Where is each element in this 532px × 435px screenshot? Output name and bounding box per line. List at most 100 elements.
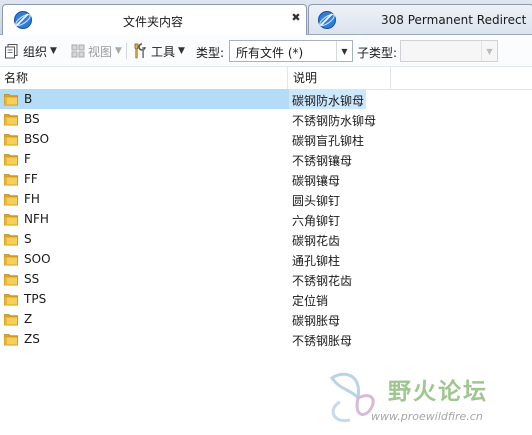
folder-icon xyxy=(4,214,18,226)
folder-icon xyxy=(4,294,18,306)
list-header: 名称 说明 xyxy=(0,67,532,90)
folder-name: ZS xyxy=(24,332,40,346)
name-cell: F xyxy=(0,149,289,169)
column-header-name[interactable]: 名称 xyxy=(0,67,288,89)
list-item[interactable]: BS 不锈钢防水铆母 xyxy=(0,109,532,129)
chevron-down-icon: ▼ xyxy=(115,46,122,56)
folder-icon xyxy=(4,314,18,326)
organize-button[interactable]: 组织 ▼ xyxy=(4,41,57,61)
description-cell: 碳钢镶母 xyxy=(289,169,366,189)
list-item[interactable]: FF 碳钢镶母 xyxy=(0,169,532,189)
folder-description: 不锈钢防水铆母 xyxy=(292,114,377,128)
folder-description: 碳钢盲孔铆柱 xyxy=(292,134,365,148)
name-cell: FH xyxy=(0,189,289,209)
description-cell: 碳钢花齿 xyxy=(289,229,366,249)
list-item[interactable]: SOO 通孔铆柱 xyxy=(0,249,532,269)
description-cell: 碳钢防水铆母 xyxy=(289,89,366,109)
toolbar: 组织 ▼ 视图 ▼ 工具 ▼ 类型: 所有文件 (*) ▼ 子类型: ▼ xyxy=(0,35,532,67)
tab-redirect[interactable]: 308 Permanent Redirect xyxy=(308,4,532,34)
folder-icon xyxy=(4,174,18,186)
chevron-down-icon: ▼ xyxy=(178,46,185,56)
folder-description: 不锈钢花齿 xyxy=(292,274,353,288)
folder-icon xyxy=(4,94,18,106)
list-item[interactable]: NFH 六角铆钉 xyxy=(0,209,532,229)
close-tab-icon[interactable]: ✖ xyxy=(290,12,302,24)
folder-description: 通孔铆柱 xyxy=(292,254,341,268)
list-item[interactable]: BSO 碳钢盲孔铆柱 xyxy=(0,129,532,149)
folder-description: 不锈钢胀母 xyxy=(292,334,353,348)
list-item[interactable]: B 碳钢防水铆母 xyxy=(0,89,532,109)
description-cell: 不锈钢镶母 xyxy=(289,149,366,169)
folder-name: BS xyxy=(24,112,40,126)
chevron-down-icon: ▼ xyxy=(50,46,57,56)
name-cell: FF xyxy=(0,169,289,189)
list-item[interactable]: S 碳钢花齿 xyxy=(0,229,532,249)
list-item[interactable]: F 不锈钢镶母 xyxy=(0,149,532,169)
name-cell: B xyxy=(0,89,289,109)
folder-icon xyxy=(4,154,18,166)
folder-description: 不锈钢镶母 xyxy=(292,154,353,168)
tab-title: 308 Permanent Redirect xyxy=(381,13,527,27)
folder-icon xyxy=(4,194,18,206)
type-select-value: 所有文件 (*) xyxy=(236,46,304,60)
dropdown-arrow-icon[interactable]: ▼ xyxy=(481,41,497,61)
name-cell: BS xyxy=(0,109,289,129)
folder-description: 六角铆钉 xyxy=(292,214,341,228)
name-cell: SOO xyxy=(0,249,289,269)
subtype-select[interactable]: ▼ xyxy=(400,40,498,62)
folder-icon xyxy=(4,254,18,266)
description-cell: 不锈钢胀母 xyxy=(289,329,366,349)
list-item[interactable]: FH 圆头铆钉 xyxy=(0,189,532,209)
description-cell: 碳钢盲孔铆柱 xyxy=(289,129,366,149)
folder-icon xyxy=(4,114,18,126)
tab-folder-contents[interactable]: 文件夹内容 ✖ xyxy=(2,4,307,35)
folder-name: BSO xyxy=(24,132,50,146)
column-header-description[interactable]: 说明 xyxy=(288,67,391,89)
name-cell: ZS xyxy=(0,329,289,349)
folder-name: SS xyxy=(24,272,40,286)
folder-name: NFH xyxy=(24,212,49,226)
description-cell: 碳钢胀母 xyxy=(289,309,366,329)
name-cell: S xyxy=(0,229,289,249)
folder-name: SOO xyxy=(24,252,51,266)
folder-description: 碳钢防水铆母 xyxy=(292,94,365,108)
tools-label: 工具 xyxy=(151,44,176,59)
name-cell: NFH xyxy=(0,209,289,229)
organize-label: 组织 xyxy=(23,44,48,59)
description-cell: 六角铆钉 xyxy=(289,209,366,229)
name-cell: TPS xyxy=(0,289,289,309)
folder-name: TPS xyxy=(24,292,47,306)
watermark-url: www.proewildfire.cn xyxy=(371,410,483,423)
folder-name: F xyxy=(24,152,31,166)
description-cell: 通孔铆柱 xyxy=(289,249,366,269)
subtype-label: 子类型: xyxy=(357,46,398,60)
tab-title: 文件夹内容 xyxy=(123,15,184,29)
watermark-title: 野火论坛 xyxy=(388,379,488,405)
file-list: B 碳钢防水铆母 BS 不锈钢防水铆母 BSO 碳钢盲孔铆柱 F 不锈钢镶母 F… xyxy=(0,89,532,349)
view-icon xyxy=(71,44,85,58)
name-cell: SS xyxy=(0,269,289,289)
list-item[interactable]: TPS 定位销 xyxy=(0,289,532,309)
folder-description: 定位销 xyxy=(292,294,329,308)
folder-description: 碳钢花齿 xyxy=(292,234,341,248)
folder-icon xyxy=(4,334,18,346)
browser-globe-icon xyxy=(318,11,336,29)
description-cell: 不锈钢花齿 xyxy=(289,269,366,289)
tools-icon xyxy=(134,43,146,59)
name-cell: BSO xyxy=(0,129,289,149)
folder-description: 碳钢镶母 xyxy=(292,174,341,188)
list-item[interactable]: Z 碳钢胀母 xyxy=(0,309,532,329)
tools-button[interactable]: 工具 ▼ xyxy=(131,41,185,61)
type-label: 类型: xyxy=(196,46,225,60)
type-select[interactable]: 所有文件 (*) ▼ xyxy=(229,40,353,62)
folder-name: S xyxy=(24,232,32,246)
description-cell: 不锈钢防水铆母 xyxy=(289,109,376,129)
list-item[interactable]: ZS 不锈钢胀母 xyxy=(0,329,532,349)
view-button[interactable]: 视图 ▼ xyxy=(70,41,122,61)
description-cell: 定位销 xyxy=(289,289,366,309)
dropdown-arrow-icon[interactable]: ▼ xyxy=(336,41,352,61)
folder-description: 圆头铆钉 xyxy=(292,194,341,208)
list-item[interactable]: SS 不锈钢花齿 xyxy=(0,269,532,289)
organize-icon xyxy=(5,44,18,59)
browser-globe-icon xyxy=(14,11,32,29)
